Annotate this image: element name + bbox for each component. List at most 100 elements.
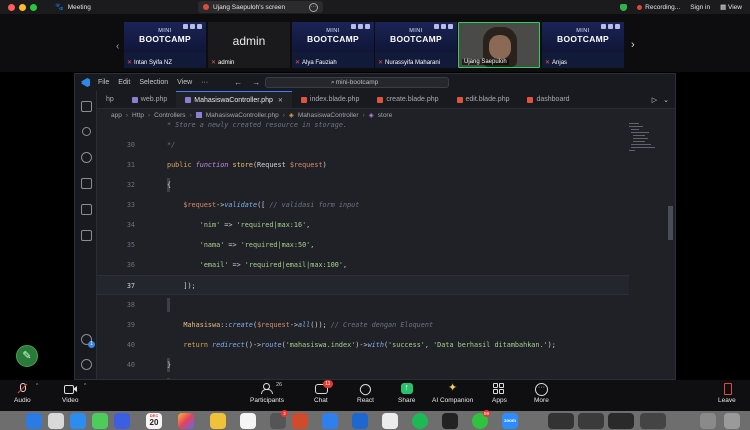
code-line[interactable]: * Store a newly created resource in stor… [97, 115, 629, 135]
tab-mahasiswa-controller[interactable]: MahasiswaController.php ✕ [176, 91, 292, 108]
tab-dashboard[interactable]: dashboard [518, 91, 578, 108]
forward-arrow-icon[interactable]: → [252, 78, 260, 87]
more-button[interactable]: More [534, 383, 549, 404]
code-line[interactable]: 40} [97, 355, 629, 375]
tab-edit-blade[interactable]: edit.blade.php [448, 91, 519, 108]
code-token: ); [547, 341, 556, 349]
apps-button[interactable]: Apps [492, 383, 507, 404]
trash-icon[interactable] [724, 413, 740, 429]
video-button[interactable]: Video [62, 383, 79, 404]
code-line[interactable]: 35 'nama' => 'required|max:50', [97, 235, 629, 255]
tab-hp[interactable]: hp [97, 91, 123, 108]
zoom-window-button[interactable] [30, 3, 37, 11]
recording-indicator[interactable]: Recording... [637, 4, 680, 11]
code-line[interactable]: 32 { [97, 175, 629, 195]
code-line[interactable]: 38 [97, 295, 629, 315]
recent-window-thumbnail[interactable] [640, 413, 666, 429]
workspace-name: mini-bootcamp [335, 79, 379, 86]
run-icon[interactable]: ▷ [652, 96, 657, 104]
code-line[interactable]: 34 'nim' => 'required|max:16', [97, 215, 629, 235]
code-editor[interactable]: * Store a newly created resource in stor… [97, 121, 629, 379]
annotate-pen-button[interactable] [16, 345, 38, 367]
code-token: $request [257, 321, 290, 329]
extensions-icon[interactable] [81, 230, 92, 241]
view-button[interactable]: ▦ View [720, 3, 742, 11]
source-control-icon[interactable] [81, 152, 92, 163]
chevron-right-icon[interactable]: › [631, 39, 635, 51]
participant-tile[interactable]: admin ✕ admin [208, 22, 290, 68]
tab-web-php[interactable]: web.php [123, 91, 176, 108]
powerpoint-icon[interactable] [292, 413, 308, 429]
blade-file-icon [300, 96, 307, 103]
chevron-left-icon[interactable]: ‹ [116, 41, 119, 52]
search-icon[interactable] [82, 127, 91, 136]
spotify-icon[interactable] [412, 413, 428, 429]
audio-options-caret-icon[interactable]: ^ [36, 383, 38, 389]
participants-button[interactable]: 26 Participants [250, 382, 284, 404]
editor-scrollbar[interactable] [668, 206, 673, 240]
code-line[interactable]: 30 */ [97, 135, 629, 155]
leave-button[interactable]: Leave [718, 383, 736, 404]
messages-icon[interactable] [92, 413, 108, 429]
reminders-icon[interactable] [240, 413, 256, 429]
participant-tile[interactable]: MINI BOOTCAMP ✕ Alya Fauziah [292, 22, 374, 68]
sign-in-link[interactable]: Sign in [690, 4, 710, 11]
settings-gear-icon[interactable] [81, 359, 92, 370]
launchpad-icon[interactable] [48, 413, 64, 429]
code-line[interactable]: 33 $request->validate([ // validasi form… [97, 195, 629, 215]
ai-companion-button[interactable]: AI Companion [432, 381, 473, 404]
tab-create-blade[interactable]: create.blade.php [368, 91, 447, 108]
menu-more[interactable]: ··· [201, 79, 208, 86]
terminal-icon[interactable] [442, 413, 458, 429]
recent-window-thumbnail[interactable] [548, 413, 574, 429]
react-button[interactable]: React [357, 383, 374, 404]
downloads-folder-icon[interactable] [700, 413, 716, 429]
menu-view[interactable]: View [177, 79, 192, 86]
chrome-icon[interactable] [382, 413, 398, 429]
participant-tile[interactable]: MINI BOOTCAMP ✕ Anjas [542, 22, 624, 68]
calendar-icon[interactable]: DEC 20 [146, 413, 162, 429]
recent-window-thumbnail[interactable] [608, 413, 634, 429]
menu-file[interactable]: File [98, 79, 109, 86]
meeting-toolbar: Audio ^ Video ^ 26 Participants 11 Chat … [0, 380, 750, 411]
zoom-icon[interactable]: zoom [502, 413, 518, 429]
audio-button[interactable]: Audio [14, 383, 31, 404]
notes-icon[interactable] [210, 413, 226, 429]
remote-explorer-icon[interactable] [81, 204, 92, 215]
run-debug-icon[interactable] [81, 178, 92, 189]
code-line[interactable]: 36 'email' => 'required|email|max:100', [97, 255, 629, 275]
participant-tile[interactable]: MINI BOOTCAMP ✕ Intan Syifa NZ [124, 22, 206, 68]
video-options-caret-icon[interactable]: ^ [84, 383, 86, 389]
chevron-down-icon[interactable]: ⌄ [663, 96, 669, 104]
photos-icon[interactable] [178, 413, 194, 429]
mail-icon[interactable] [114, 413, 130, 429]
close-window-button[interactable] [8, 3, 15, 11]
word-icon[interactable] [352, 413, 368, 429]
code-line[interactable]: 40 return redirect()->route('mahasiswa.i… [97, 335, 629, 355]
participant-tile-active-speaker[interactable]: Ujang Saepuloh [458, 22, 540, 68]
code-line[interactable]: 37 ]); [97, 275, 629, 295]
vscode-icon[interactable] [322, 413, 338, 429]
back-arrow-icon[interactable]: ← [234, 78, 242, 87]
minimize-window-button[interactable] [19, 3, 26, 11]
tab-label: web.php [140, 96, 168, 103]
heart-icon [359, 383, 371, 394]
code-line[interactable]: 39 Mahasiswa::create($request->all()); /… [97, 315, 629, 335]
explorer-icon[interactable] [81, 101, 92, 112]
participant-tile[interactable]: MINI BOOTCAMP ✕ Nurassyifa Maharani [375, 22, 457, 68]
shield-icon[interactable] [620, 3, 628, 11]
recent-window-thumbnail[interactable] [578, 413, 604, 429]
command-center[interactable]: ⌕ mini-bootcamp [265, 77, 449, 88]
safari-icon[interactable] [70, 413, 86, 429]
share-button[interactable]: Share [398, 382, 415, 404]
tab-index-blade[interactable]: index.blade.php [292, 91, 368, 108]
close-tab-icon[interactable]: ✕ [278, 97, 283, 104]
finder-icon[interactable] [26, 413, 42, 429]
minimap[interactable] [629, 121, 665, 171]
code-line[interactable]: 31 public function store(Request $request… [97, 155, 629, 175]
menu-edit[interactable]: Edit [118, 79, 130, 86]
chat-button[interactable]: 11 Chat [314, 380, 333, 404]
screen-share-indicator[interactable]: Ujang Saepuloh's screen ··· [198, 1, 323, 13]
menu-selection[interactable]: Selection [139, 79, 168, 86]
share-options-icon[interactable]: ··· [309, 2, 318, 12]
